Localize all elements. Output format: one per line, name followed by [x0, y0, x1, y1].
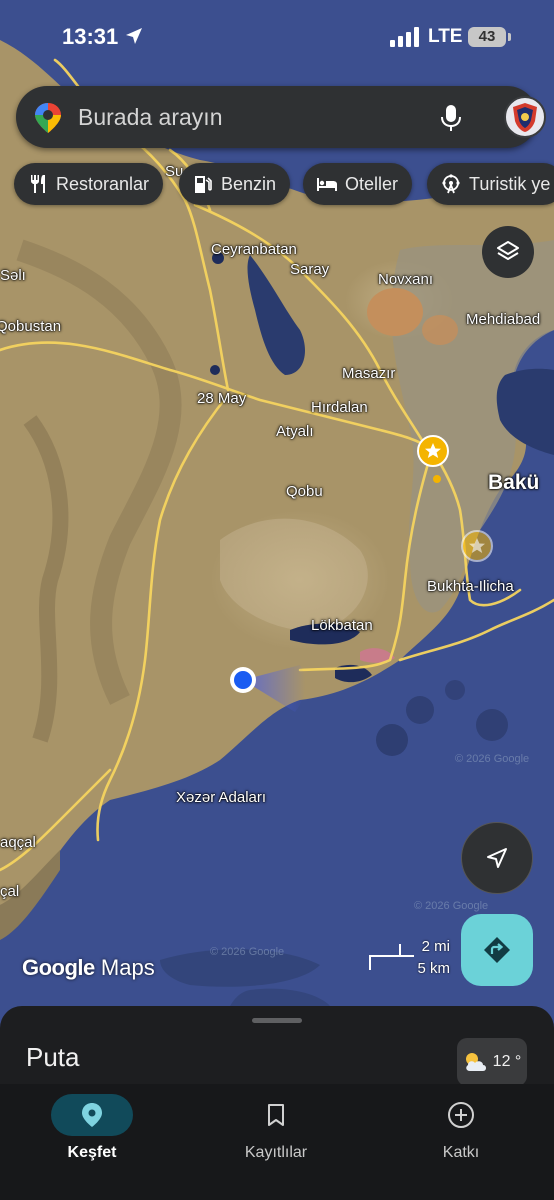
nav-explore[interactable]: Keşfet [32, 1094, 152, 1164]
my-location-button[interactable] [461, 822, 533, 894]
chip-hotels[interactable]: Oteller [303, 163, 413, 205]
map-label-xezer-adalari[interactable]: Xəzər Adaları [176, 789, 266, 806]
directions-button[interactable] [461, 914, 533, 986]
layers-button[interactable] [482, 226, 534, 278]
chip-restaurants[interactable]: Restoranlar [14, 163, 164, 205]
search-bar[interactable] [16, 86, 546, 148]
scale-miles: 2 mi [421, 938, 450, 955]
map-label-left-edge-1[interactable]: aqçal [0, 834, 36, 851]
maps-pin-icon [35, 103, 61, 133]
chip-label: Turistik ye [469, 173, 551, 194]
logo-maps: Maps [100, 955, 155, 980]
chip-label: Oteller [345, 173, 399, 194]
scale-km: 5 km [417, 960, 450, 977]
map-label-bukhta-ilicha[interactable]: Bukhta-Ilicha [427, 578, 514, 595]
club-crest-icon [513, 103, 537, 132]
layers-icon [497, 241, 519, 260]
map-label-novxani[interactable]: Novxanı [378, 271, 433, 288]
nav-label: Keşfet [67, 1144, 117, 1161]
location-arrow-icon [126, 28, 142, 44]
search-input[interactable] [78, 98, 418, 136]
map-label-ceyranbatan[interactable]: Ceyranbatan [211, 241, 297, 258]
map-label-qobu[interactable]: Qobu [286, 483, 323, 500]
microphone-icon[interactable] [434, 101, 468, 135]
signal-bars-icon [390, 27, 419, 47]
map-label-hirdalan[interactable]: Hırdalan [311, 399, 368, 416]
gas-station-icon [191, 172, 215, 196]
chip-tourist[interactable]: Turistik ye [427, 163, 554, 205]
map-label-left-edge-2[interactable]: çal [0, 883, 19, 900]
map-scale: 2 mi 5 km [368, 936, 454, 977]
map-label-masazir[interactable]: Masazır [342, 365, 395, 382]
nav-contribute[interactable]: Katkı [401, 1094, 521, 1164]
map-label-atyali[interactable]: Atyalı [276, 423, 314, 440]
place-title: Puta [26, 1042, 80, 1072]
carrier-label: LTE [428, 26, 463, 47]
map-label-mehdiabad[interactable]: Mehdiabad [466, 311, 540, 328]
map-label-qobustan[interactable]: Qobustan [0, 318, 61, 335]
map-copyright-1: © 2026 Google [455, 753, 530, 765]
nav-saved[interactable]: Kayıtlılar [216, 1094, 336, 1164]
map-label-left-edge-3[interactable]: Səlı [0, 267, 26, 284]
map-copyright-3: © 2026 Google [210, 946, 285, 958]
chip-label: Restoranlar [56, 173, 150, 194]
navigation-arrow-icon [487, 848, 507, 868]
weather-temp: 12 ° [492, 1053, 522, 1070]
location-pin-icon [51, 1094, 133, 1136]
chip-gas[interactable]: Benzin [179, 163, 291, 205]
fork-knife-icon [26, 172, 50, 196]
bottom-navigation: Keşfet Kayıtlılar Katkı [0, 1084, 554, 1200]
sheet-drag-handle[interactable] [252, 1018, 302, 1023]
map-copyright-2: © 2026 Google [414, 900, 489, 912]
bed-icon [315, 172, 339, 196]
directions-icon [484, 937, 510, 963]
map-label-baku[interactable]: Bakü [488, 471, 539, 495]
google-maps-logo: Google Maps [22, 955, 155, 981]
ferris-wheel-icon [439, 172, 463, 196]
map-label-saray[interactable]: Saray [290, 261, 329, 278]
weather-badge[interactable]: 12 ° [457, 1038, 527, 1086]
nav-label: Kayıtlılar [244, 1144, 308, 1161]
plus-circle-icon [420, 1094, 502, 1136]
map-label-28-may[interactable]: 28 May [197, 390, 246, 407]
chip-label: Benzin [221, 173, 277, 194]
bookmark-icon [235, 1094, 317, 1136]
partly-cloudy-icon [465, 1053, 486, 1071]
status-bar: 13:31 LTE 43 [0, 0, 554, 76]
status-time: 13:31 [62, 24, 119, 49]
account-avatar[interactable] [504, 96, 546, 138]
logo-google: Google [22, 955, 95, 980]
battery-icon: 43 [468, 27, 511, 47]
nav-label: Katkı [442, 1144, 480, 1161]
map-label-lokbatan[interactable]: Lökbatan [311, 617, 373, 634]
